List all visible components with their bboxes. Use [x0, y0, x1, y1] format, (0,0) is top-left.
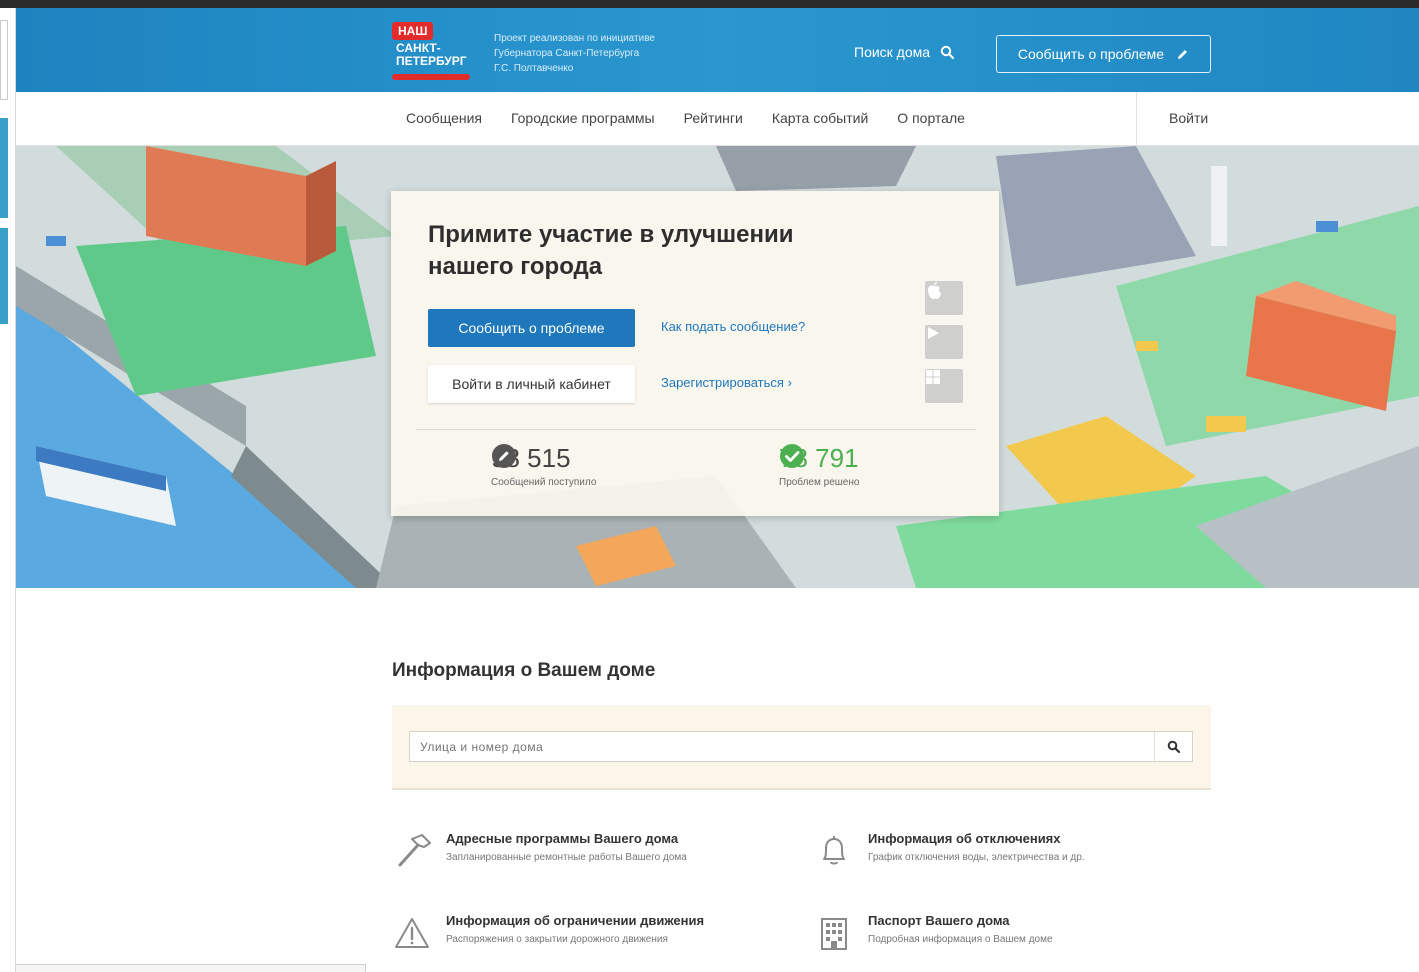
- windows-icon: [926, 370, 940, 384]
- feature-outages[interactable]: Информация об отключениях График отключе…: [814, 831, 1085, 871]
- house-search-box: [409, 731, 1193, 762]
- check-circle-icon: [780, 444, 804, 468]
- feature-desc: Подробная информация о Вашем доме: [868, 934, 1053, 945]
- feature-title: Паспорт Вашего дома: [868, 913, 1010, 928]
- bottom-panel-edge: [16, 964, 366, 972]
- search-home-link[interactable]: Поиск дома: [854, 44, 955, 60]
- report-problem-label: Сообщить о проблеме: [1017, 46, 1165, 62]
- logo[interactable]: НАШ САНКТ- ПЕТЕРБУРГ: [392, 20, 472, 84]
- house-info-title: Информация о Вашем доме: [392, 660, 656, 681]
- windows-store-button[interactable]: [925, 369, 963, 403]
- search-icon: [1167, 740, 1180, 753]
- feature-desc: Запланированные ремонтные работы Вашего …: [446, 852, 687, 863]
- nav-item-programs[interactable]: Городские программы: [511, 110, 655, 126]
- search-home-label: Поиск дома: [854, 44, 931, 60]
- play-icon: [928, 327, 939, 339]
- site-header: НАШ САНКТ- ПЕТЕРБУРГ Проект реализован п…: [16, 8, 1419, 92]
- side-tab[interactable]: [0, 118, 8, 218]
- feature-title: Информация об ограничении движения: [446, 913, 705, 928]
- nav-item-ratings[interactable]: Рейтинги: [684, 110, 743, 126]
- header-tagline: Проект реализован по инициативе Губернат…: [494, 33, 655, 74]
- stat-solved: 78 791 Проблем решено: [779, 443, 859, 488]
- bell-icon: [823, 836, 845, 865]
- pencil-icon: [1178, 49, 1188, 59]
- warning-icon: [395, 918, 429, 948]
- login-link[interactable]: Войти: [1169, 110, 1208, 126]
- feature-desc: График отключения воды, электричества и …: [868, 852, 1085, 863]
- side-panel: [0, 8, 16, 972]
- card-divider: [416, 429, 976, 430]
- hero-title: Примите участие в улучшении нашего город…: [428, 221, 794, 280]
- hammer-icon: [398, 834, 431, 867]
- personal-account-button[interactable]: Войти в личный кабинет: [428, 365, 635, 403]
- google-play-button[interactable]: [925, 325, 963, 359]
- nav-item-about[interactable]: О портале: [897, 110, 965, 126]
- report-problem-header-button[interactable]: Сообщить о проблеме: [996, 35, 1211, 73]
- feature-desc: Распоряжения о закрытии дорожного движен…: [446, 934, 668, 945]
- side-tab[interactable]: [0, 228, 8, 324]
- nav-item-events-map[interactable]: Карта событий: [772, 110, 868, 126]
- main-nav: Сообщения Городские программы Рейтинги К…: [16, 92, 1419, 146]
- building-icon: [821, 918, 847, 950]
- how-to-submit-link[interactable]: Как подать сообщение?: [661, 319, 805, 334]
- window-top-bar: [0, 0, 1419, 8]
- apple-icon: [928, 282, 941, 299]
- nav-divider: [1136, 92, 1137, 146]
- register-link[interactable]: Зарегистрироваться ›: [661, 375, 792, 390]
- logo-badge: НАШ: [392, 22, 434, 40]
- feature-address-programs[interactable]: Адресные программы Вашего дома Запланиро…: [392, 831, 687, 871]
- hero-banner: Примите участие в улучшении нашего город…: [16, 146, 1419, 588]
- pencil-circle-icon: [492, 444, 516, 468]
- house-search-button[interactable]: [1154, 732, 1192, 761]
- house-search-panel: [392, 705, 1211, 790]
- report-problem-button[interactable]: Сообщить о проблеме: [428, 309, 635, 347]
- logo-city: САНКТ- ПЕТЕРБУРГ: [396, 41, 467, 68]
- feature-traffic-restrictions[interactable]: Информация об ограничении движения Распо…: [392, 913, 704, 953]
- house-search-input[interactable]: [410, 732, 1150, 761]
- chevron-right-icon: ›: [787, 375, 792, 390]
- search-icon: [940, 45, 955, 59]
- feature-house-passport[interactable]: Паспорт Вашего дома Подробная информация…: [814, 913, 1053, 953]
- nav-item-messages[interactable]: Сообщения: [406, 110, 482, 126]
- hero-card: Примите участие в улучшении нашего город…: [391, 191, 999, 516]
- stat-messages: 98 515 Сообщений поступило: [491, 443, 596, 488]
- logo-swoosh: [392, 74, 470, 80]
- app-store-button[interactable]: [925, 281, 963, 315]
- feature-title: Адресные программы Вашего дома: [446, 831, 679, 846]
- feature-title: Информация об отключениях: [868, 831, 1061, 846]
- stat-messages-caption: Сообщений поступило: [491, 477, 597, 488]
- side-tab[interactable]: [0, 20, 8, 100]
- stat-solved-caption: Проблем решено: [779, 477, 860, 488]
